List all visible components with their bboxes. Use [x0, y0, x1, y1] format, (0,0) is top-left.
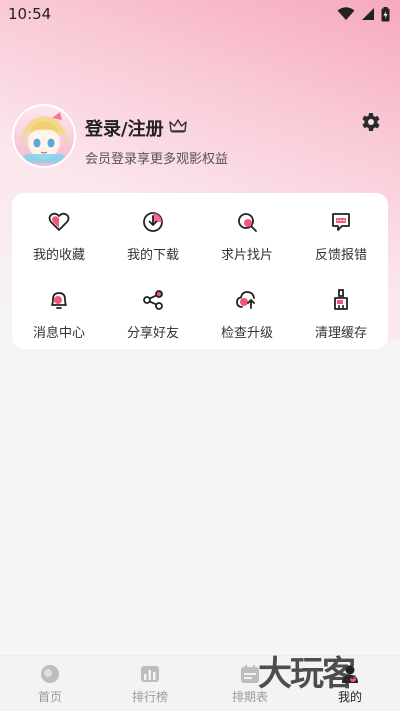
grid-label: 清理缓存: [314, 325, 367, 341]
grid-label: 检查升级: [220, 325, 273, 341]
grid-label: 我的收藏: [32, 247, 85, 263]
share-button[interactable]: 分享好友: [106, 275, 200, 353]
crown-icon: [169, 118, 187, 138]
profile-header: 登录/注册 会员登录享更多观影权益: [12, 104, 388, 176]
wifi-icon: [337, 7, 355, 21]
upgrade-icon: [236, 290, 255, 309]
status-bar: 10:54: [0, 0, 400, 28]
home-icon: [41, 664, 59, 683]
messages-button[interactable]: 消息中心: [12, 275, 106, 353]
grid-label: 消息中心: [32, 325, 85, 341]
grid-label: 分享好友: [126, 325, 179, 341]
broom-icon: [334, 288, 348, 310]
tab-home[interactable]: 首页: [0, 656, 100, 711]
check-update-button[interactable]: 检查升级: [200, 275, 294, 353]
status-icons: [337, 6, 390, 22]
tab-label: 首页: [37, 689, 62, 704]
watermark-logo: 大玩客: [258, 654, 356, 694]
login-register-link[interactable]: 登录/注册: [85, 115, 164, 141]
download-icon: [143, 211, 163, 232]
membership-subtitle: 会员登录享更多观影权益: [85, 152, 229, 167]
feedback-button[interactable]: 反馈报错: [294, 197, 388, 275]
tab-ranking[interactable]: 排行榜: [100, 656, 200, 711]
feature-grid-card: 我的收藏 我的下载 求片找片 反馈报错 消息中心 分享好友 检查升级 清理缓存: [12, 193, 388, 349]
grid-label: 求片找片: [220, 247, 273, 263]
request-movie-button[interactable]: 求片找片: [200, 197, 294, 275]
heart-icon: [48, 212, 70, 231]
battery-charging-icon: [381, 6, 390, 22]
tab-label: 排行榜: [131, 689, 168, 704]
feedback-icon: [332, 212, 350, 231]
search-icon: [238, 212, 257, 232]
bell-icon: [51, 291, 67, 309]
status-time: 10:54: [8, 5, 52, 23]
avatar[interactable]: [12, 104, 76, 168]
favorites-button[interactable]: 我的收藏: [12, 197, 106, 275]
gear-icon[interactable]: [358, 110, 382, 134]
clear-cache-button[interactable]: 清理缓存: [294, 275, 388, 353]
ranking-icon: [141, 665, 159, 682]
share-icon: [143, 289, 163, 310]
signal-icon: [361, 7, 375, 21]
grid-label: 我的下载: [126, 247, 179, 263]
downloads-button[interactable]: 我的下载: [106, 197, 200, 275]
grid-label: 反馈报错: [314, 247, 367, 263]
